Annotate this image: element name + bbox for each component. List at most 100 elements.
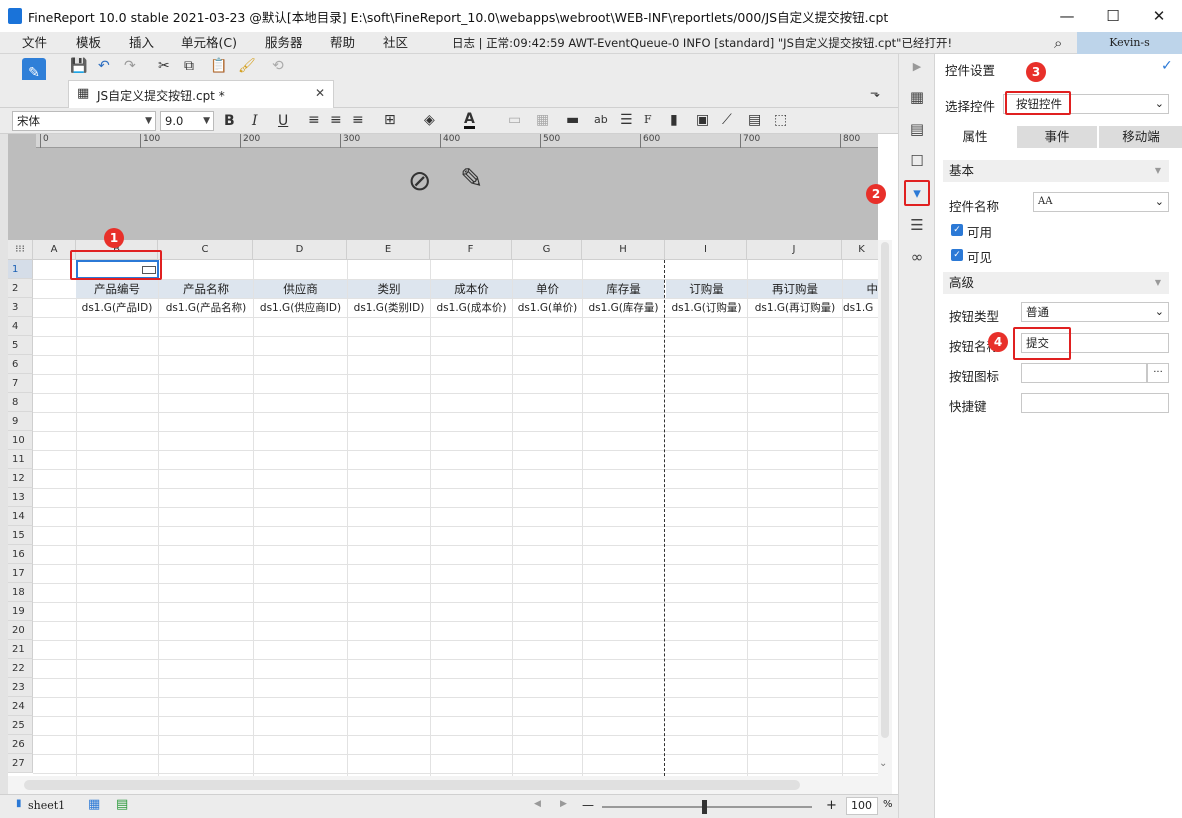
- align-right-icon[interactable]: ≡: [352, 112, 364, 128]
- column-header-i[interactable]: I: [665, 240, 747, 260]
- float-element-icon[interactable]: ☐: [905, 150, 929, 172]
- zoom-slider-thumb[interactable]: [702, 800, 707, 814]
- enabled-checkbox[interactable]: ✓: [951, 224, 963, 236]
- close-button[interactable]: ✕: [1136, 0, 1182, 32]
- row-header[interactable]: 1: [8, 260, 33, 279]
- undo-icon[interactable]: ↶: [98, 58, 110, 74]
- zoom-out-button[interactable]: —: [582, 798, 594, 812]
- label-widget-icon[interactable]: ab: [594, 113, 608, 126]
- data-cell[interactable]: ds1.G(订购量): [666, 299, 747, 317]
- image-icon[interactable]: ▣: [696, 112, 709, 128]
- search-icon[interactable]: ⌕: [1054, 34, 1062, 52]
- row-header[interactable]: 5: [8, 336, 33, 355]
- font-size-select[interactable]: 9.0 ▼: [160, 111, 214, 131]
- row-header[interactable]: 14: [8, 507, 33, 526]
- user-account[interactable]: Kevin-s: [1077, 32, 1182, 54]
- merge-cells-icon[interactable]: ▭: [508, 112, 521, 128]
- data-cell[interactable]: ds1.G(类别ID): [348, 299, 430, 317]
- insert-cell-icon[interactable]: ⬚: [774, 112, 787, 128]
- redo-icon[interactable]: ↷: [124, 58, 136, 74]
- font-color-icon[interactable]: A: [464, 111, 475, 129]
- header-cell[interactable]: 产品编号: [76, 280, 158, 298]
- row-header[interactable]: 10: [8, 431, 33, 450]
- row-header[interactable]: 22: [8, 659, 33, 678]
- row-header[interactable]: 11: [8, 450, 33, 469]
- sheet-tab[interactable]: sheet1: [28, 799, 65, 812]
- scroll-down-icon[interactable]: ⌄: [879, 758, 887, 769]
- button-icon-browse[interactable]: ···: [1147, 363, 1169, 383]
- expand-icon[interactable]: ▶: [905, 56, 929, 78]
- data-cell[interactable]: ds1.G(库存量): [583, 299, 664, 317]
- zoom-input[interactable]: 100: [846, 797, 878, 815]
- add-sheet-icon[interactable]: ▦: [88, 797, 100, 812]
- data-cell[interactable]: ds1.G(单价): [513, 299, 582, 317]
- subreport-icon[interactable]: ▤: [748, 112, 761, 128]
- paste-icon[interactable]: 📋: [210, 58, 227, 74]
- row-header[interactable]: 15: [8, 526, 33, 545]
- menu-cell[interactable]: 单元格(C): [181, 32, 237, 54]
- row-header[interactable]: 8: [8, 393, 33, 412]
- row-header[interactable]: 19: [8, 602, 33, 621]
- cut-icon[interactable]: ✂: [158, 58, 170, 74]
- row-header[interactable]: 9: [8, 412, 33, 431]
- list-icon[interactable]: ☰: [620, 112, 633, 128]
- copy-icon[interactable]: ⧉: [184, 58, 194, 74]
- pencil-icon[interactable]: ✎: [460, 162, 483, 195]
- font-family-select[interactable]: 宋体 ▼: [12, 111, 156, 131]
- row-header[interactable]: 17: [8, 564, 33, 583]
- column-header-f[interactable]: F: [430, 240, 512, 260]
- column-header-g[interactable]: G: [512, 240, 582, 260]
- row-header[interactable]: 25: [8, 716, 33, 735]
- menu-help[interactable]: 帮助: [330, 32, 355, 54]
- bold-button[interactable]: B: [224, 113, 235, 129]
- tab-properties[interactable]: 属性: [935, 126, 1015, 148]
- column-header-c[interactable]: C: [158, 240, 253, 260]
- zoom-in-button[interactable]: +: [826, 798, 837, 813]
- row-header[interactable]: 20: [8, 621, 33, 640]
- eye-off-icon[interactable]: ⊘: [408, 164, 431, 197]
- column-header-e[interactable]: E: [347, 240, 430, 260]
- header-cell[interactable]: 供应商: [254, 280, 347, 298]
- column-header-h[interactable]: H: [582, 240, 665, 260]
- row-header[interactable]: 13: [8, 488, 33, 507]
- minimize-button[interactable]: —: [1044, 0, 1090, 32]
- advanced-section-header[interactable]: 高级 ▼: [943, 272, 1169, 294]
- header-cell[interactable]: 中: [843, 280, 878, 298]
- underline-button[interactable]: U: [278, 113, 288, 129]
- menu-template[interactable]: 模板: [76, 32, 101, 54]
- tab-events[interactable]: 事件: [1017, 126, 1097, 148]
- split-cells-icon[interactable]: ▦: [536, 112, 549, 128]
- tab-template[interactable]: ▦ JS自定义提交按钮.cpt * ✕: [68, 80, 334, 108]
- horizontal-scroll-thumb[interactable]: [24, 780, 800, 790]
- fill-color-icon[interactable]: ◈: [424, 112, 435, 128]
- row-header[interactable]: 4: [8, 317, 33, 336]
- prev-sheet-icon[interactable]: ◀: [534, 799, 541, 809]
- button-type-dropdown[interactable]: 普通 ⌄: [1021, 302, 1169, 322]
- data-cell[interactable]: ds1.G(产品名称): [159, 299, 253, 317]
- data-cell[interactable]: ds1.G(供应商ID): [254, 299, 347, 317]
- align-left-icon[interactable]: ≡: [308, 112, 320, 128]
- condition-attribute-icon[interactable]: ☰: [905, 214, 929, 236]
- row-header[interactable]: 27: [8, 754, 33, 773]
- vertical-scroll-thumb[interactable]: [881, 242, 889, 738]
- border-icon[interactable]: ⊞: [384, 112, 396, 128]
- horizontal-scrollbar[interactable]: [8, 776, 892, 794]
- header-cell[interactable]: 单价: [513, 280, 582, 298]
- tab-mobile[interactable]: 移动端: [1099, 126, 1182, 148]
- menu-community[interactable]: 社区: [383, 32, 408, 54]
- widget-name-field[interactable]: AA ⌄: [1033, 192, 1169, 212]
- button-icon-field[interactable]: [1021, 363, 1147, 383]
- text-widget-icon[interactable]: ▬: [566, 112, 579, 128]
- visible-checkbox[interactable]: ✓: [951, 249, 963, 261]
- menu-server[interactable]: 服务器: [265, 32, 303, 54]
- save-icon[interactable]: 💾: [70, 58, 87, 74]
- row-header[interactable]: 18: [8, 583, 33, 602]
- add-report-icon[interactable]: ▤: [116, 797, 128, 812]
- zoom-slider[interactable]: [602, 806, 812, 808]
- row-header[interactable]: 24: [8, 697, 33, 716]
- italic-button[interactable]: I: [252, 113, 258, 129]
- chart-icon[interactable]: ▮: [670, 112, 678, 128]
- row-header[interactable]: 2: [8, 279, 33, 298]
- spreadsheet-grid[interactable]: ⁝⁝⁝ A B C D E F G H I J K 1 2 3 4 5 6 7 …: [8, 240, 878, 776]
- row-header[interactable]: 26: [8, 735, 33, 754]
